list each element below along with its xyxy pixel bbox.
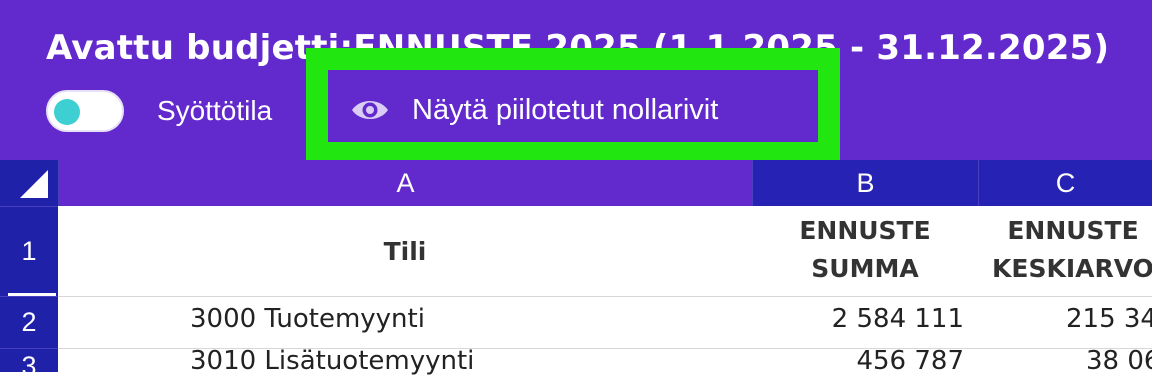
show-hidden-zero-rows-label: Näytä piilotetut nollarivit <box>412 94 719 126</box>
table-row-sum[interactable]: 2 584 111 <box>752 304 964 334</box>
table-row-sum[interactable]: 456 787 <box>752 346 964 376</box>
budget-header: Avattu budjetti:ENNUSTE 2025 (1.1.2025 -… <box>0 0 1152 164</box>
header-b-line1: ENNUSTE <box>799 216 931 245</box>
table-row-account[interactable]: 3000 Tuotemyynti <box>190 304 425 334</box>
header-b-line2: SUMMA <box>811 254 919 283</box>
header-c-line2: KESKIARVO <box>992 254 1152 283</box>
table-row-average[interactable]: 215 34 <box>978 304 1152 334</box>
input-mode-label: Syöttötila <box>157 95 273 126</box>
header-c-line1: ENNUSTE <box>1007 216 1139 245</box>
toggle-knob <box>54 99 80 125</box>
row-header-3[interactable]: 3 <box>0 348 58 381</box>
header-account-label: Tili <box>383 236 427 266</box>
column-header-c[interactable]: C <box>978 160 1152 206</box>
header-cell-forecast-average[interactable]: ENNUSTE KESKIARVO <box>978 212 1152 288</box>
select-all-triangle-icon <box>20 170 48 198</box>
column-header-a[interactable]: A <box>58 160 752 206</box>
row-header-2[interactable]: 2 <box>0 296 58 348</box>
header-cell-account[interactable]: Tili <box>58 206 752 296</box>
table-row-average[interactable]: 38 06 <box>978 346 1152 376</box>
eye-icon <box>350 96 390 124</box>
column-header-b[interactable]: B <box>752 160 978 206</box>
header-cell-forecast-sum[interactable]: ENNUSTE SUMMA <box>752 212 978 288</box>
input-mode-toggle[interactable] <box>46 90 124 132</box>
show-hidden-zero-rows-button[interactable]: Näytä piilotetut nollarivit <box>350 90 718 130</box>
row-header-1[interactable]: 1 <box>0 206 58 296</box>
table-row-account[interactable]: 3010 Lisätuotemyynti <box>190 346 474 376</box>
grid-divider <box>58 296 1152 297</box>
select-all-corner[interactable] <box>0 160 58 206</box>
